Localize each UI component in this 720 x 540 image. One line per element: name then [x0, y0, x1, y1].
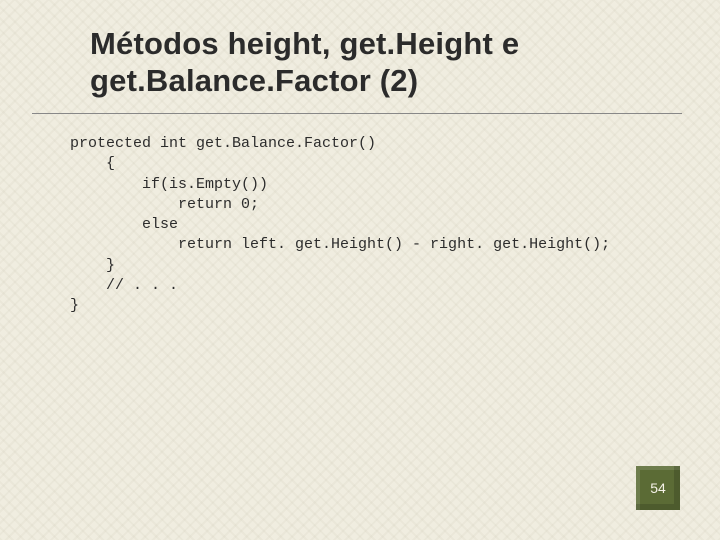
page-number-badge: 54 [636, 466, 680, 510]
slide-title: Métodos height, get.Height e get.Balance… [0, 26, 720, 99]
slide: Métodos height, get.Height e get.Balance… [0, 0, 720, 540]
title-line-2: get.Balance.Factor (2) [90, 63, 418, 98]
page-number: 54 [650, 480, 666, 496]
code-block: protected int get.Balance.Factor() { if(… [0, 114, 720, 316]
title-line-1: Métodos height, get.Height e [90, 26, 519, 61]
